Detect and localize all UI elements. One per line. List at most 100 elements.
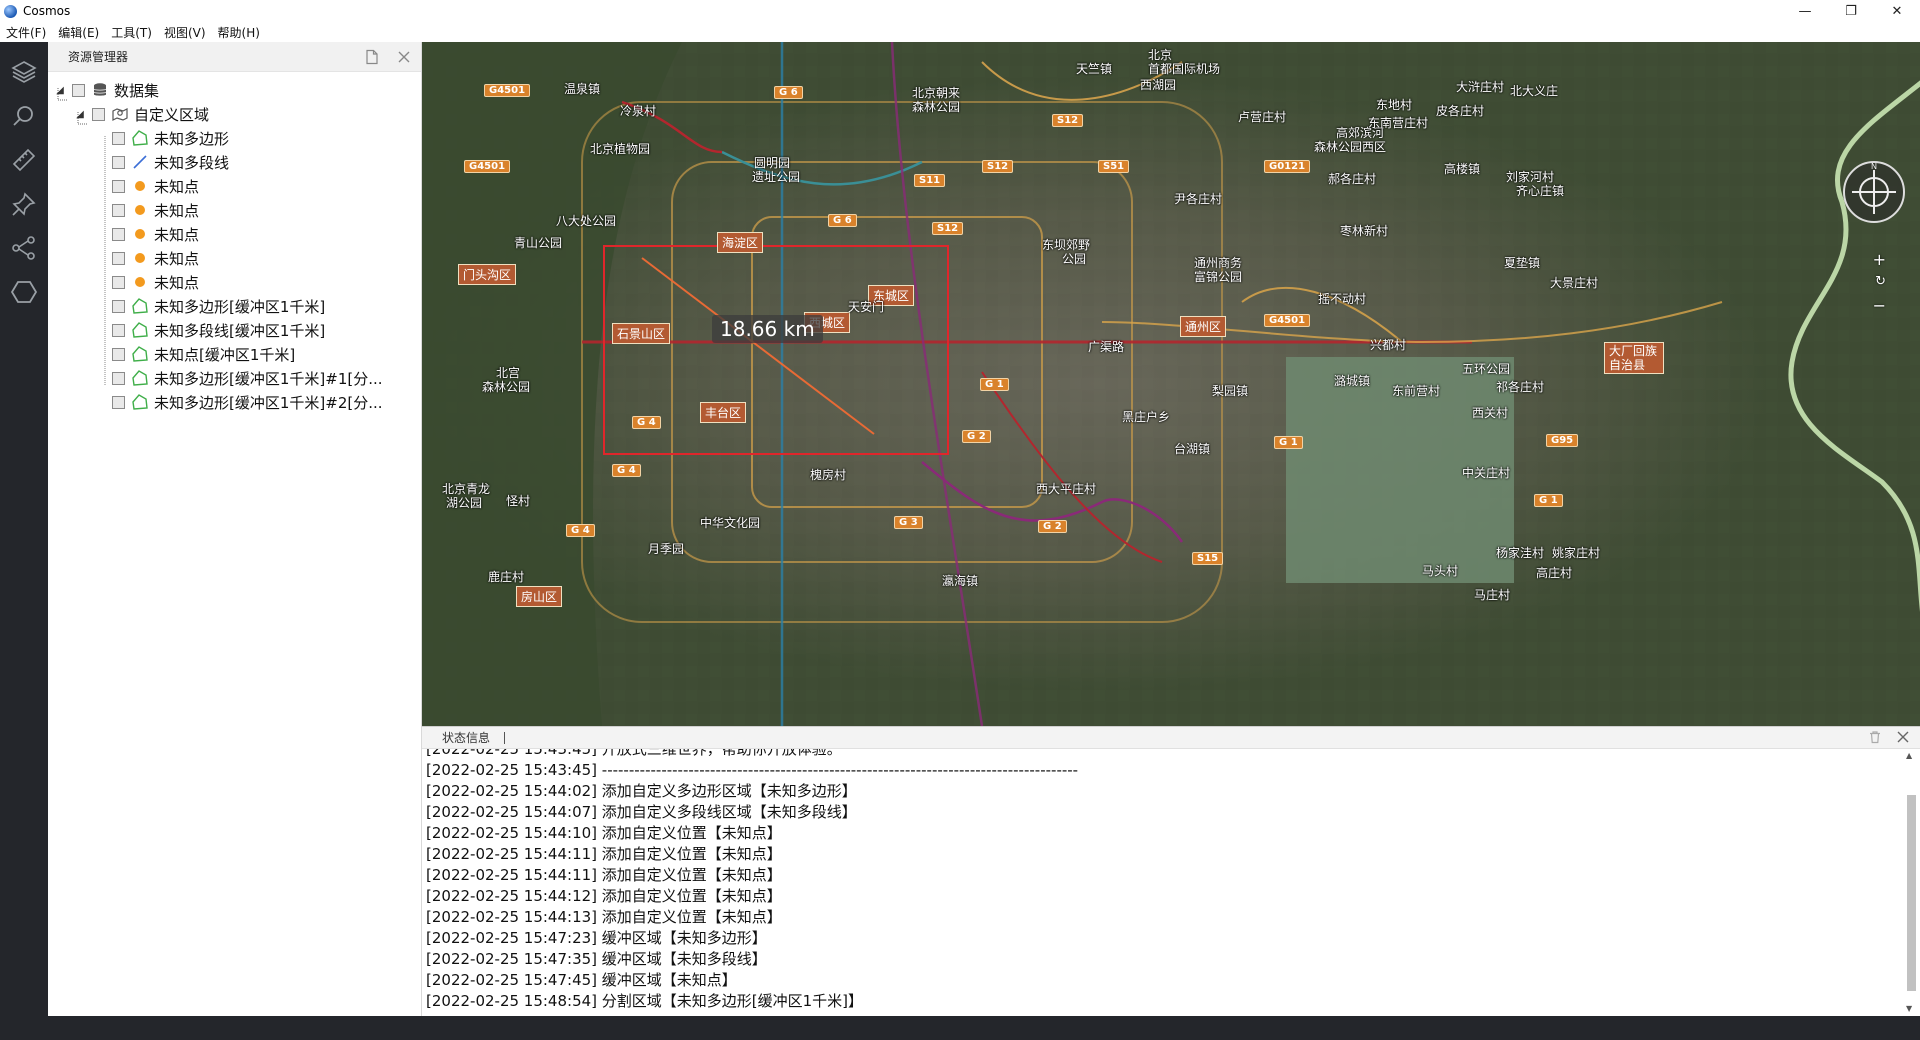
menu-edit[interactable]: 编辑(E) (58, 24, 99, 41)
scroll-thumb[interactable] (1907, 795, 1916, 991)
place-label: 天竺镇 (1076, 62, 1113, 76)
restore-button[interactable]: ❐ (1828, 0, 1874, 22)
checkbox[interactable] (112, 155, 125, 169)
tree-node-item[interactable]: 未知点 (48, 222, 421, 246)
polygon-icon (131, 321, 149, 339)
tree-node-item[interactable]: 未知点[缓冲区1千米] (48, 342, 421, 366)
tree-node-item[interactable]: 未知点 (48, 270, 421, 294)
rail-measure-button[interactable] (0, 136, 48, 184)
close-window-button[interactable]: ✕ (1874, 0, 1920, 22)
tree-node-custom-region[interactable]: ◢ 自定义区域 (48, 102, 421, 126)
checkbox[interactable] (112, 371, 125, 385)
checkbox[interactable] (112, 227, 125, 241)
tree-node-label: 数据集 (114, 81, 160, 100)
place-label: 皮各庄村 (1436, 104, 1485, 118)
tree-node-label: 未知点 (154, 249, 200, 268)
place-label: 北大义庄 (1510, 84, 1559, 98)
tree-node-item[interactable]: 未知多边形[缓冲区1千米]#1[分... (48, 366, 421, 390)
log-line: [2022-02-25 15:48:54] 分割区域【未知多边形[缓冲区1千米]… (426, 992, 864, 1010)
pin-icon (12, 192, 36, 216)
log-line: [2022-02-25 15:47:45] 缓冲区域【未知点】 (426, 971, 737, 989)
highway-shield: S12 (932, 222, 964, 235)
checkbox[interactable] (92, 107, 105, 121)
zoom-out-button[interactable]: − (1873, 296, 1886, 315)
highway-shield: G 3 (894, 516, 923, 529)
title-bar: Cosmos — ❐ ✕ (0, 0, 1920, 22)
status-title[interactable]: 状态信息 (442, 729, 490, 746)
place-label: 月季园 (648, 542, 685, 556)
tree-node-item[interactable]: 未知点 (48, 246, 421, 270)
checkbox[interactable] (112, 203, 125, 217)
checkbox[interactable] (72, 83, 85, 97)
highway-shield: G 4 (632, 416, 661, 429)
point-icon (131, 249, 149, 267)
rotate-button[interactable]: ↻ (1875, 274, 1886, 289)
log-line: [2022-02-25 15:44:10] 添加自定义位置【未知点】 (426, 824, 782, 842)
tree-node-dataset[interactable]: ◢ 数据集 (48, 78, 421, 102)
checkbox[interactable] (112, 347, 125, 361)
place-label: 祁各庄村 (1496, 380, 1545, 394)
menu-help[interactable]: 帮助(H) (218, 24, 260, 41)
tree-node-item[interactable]: 未知点 (48, 174, 421, 198)
scroll-up-icon[interactable]: ▲ (1906, 751, 1912, 760)
checkbox[interactable] (112, 131, 125, 145)
rail-layers-button[interactable] (0, 48, 48, 96)
tree-node-item[interactable]: 未知多边形[缓冲区1千米] (48, 294, 421, 318)
district-label: 通州区 (1180, 316, 1227, 337)
compass-icon[interactable]: N (1842, 160, 1906, 224)
point-icon (131, 177, 149, 195)
collapse-arrow-icon[interactable]: ◢ (74, 109, 86, 120)
tree-node-item[interactable]: 未知点 (48, 198, 421, 222)
checkbox[interactable] (112, 299, 125, 313)
zoom-in-button[interactable]: + (1873, 250, 1886, 269)
checkbox[interactable] (112, 179, 125, 193)
log-line: [2022-02-25 15:44:02] 添加自定义多边形区域【未知多边形】 (426, 782, 857, 800)
highway-shield: S11 (914, 174, 946, 187)
menu-tools[interactable]: 工具(T) (111, 24, 152, 41)
polyline-icon (131, 153, 149, 171)
place-label: 首都国际机场 (1148, 62, 1221, 76)
trash-icon[interactable] (1868, 730, 1882, 744)
menu-file[interactable]: 文件(F) (6, 24, 46, 41)
tree-node-item[interactable]: 未知多段线 (48, 150, 421, 174)
tree-node-item[interactable]: 未知多边形 (48, 126, 421, 150)
polygon-icon (131, 393, 149, 411)
rail-search-button[interactable] (0, 92, 48, 140)
place-label: 姚家庄村 (1552, 546, 1601, 560)
new-document-icon[interactable] (364, 49, 380, 65)
close-icon[interactable] (1896, 730, 1910, 744)
checkbox[interactable] (112, 395, 125, 409)
rail-share-button[interactable] (0, 224, 48, 272)
log-line: [2022-02-25 15:44:11] 添加自定义位置【未知点】 (426, 866, 782, 884)
status-header: 状态信息 (422, 727, 1920, 749)
checkbox[interactable] (112, 251, 125, 265)
checkbox[interactable] (112, 275, 125, 289)
place-label: 摇不动村 (1318, 292, 1367, 306)
place-label: 马庄村 (1474, 588, 1511, 602)
minimize-button[interactable]: — (1782, 0, 1828, 22)
log-scrollbar[interactable]: ▲ ▼ (1904, 751, 1918, 1013)
highway-shield: G 1 (1274, 436, 1303, 449)
rail-pin-button[interactable] (0, 180, 48, 228)
place-label: 黑庄户乡 (1122, 410, 1171, 424)
tree-node-item[interactable]: 未知多边形[缓冲区1千米]#2[分... (48, 390, 421, 414)
tree-node-item[interactable]: 未知多段线[缓冲区1千米] (48, 318, 421, 342)
place-label: 高楼镇 (1444, 162, 1481, 176)
measure-distance-label: 18.66 km (712, 315, 823, 343)
close-panel-icon[interactable] (396, 49, 412, 65)
place-label: 兴都村 (1370, 338, 1407, 352)
log-line: [2022-02-25 15:43:45] 开放式三维世界，帮助你开放体验。 (426, 749, 842, 758)
menu-view[interactable]: 视图(V) (164, 24, 206, 41)
place-label: 遗址公园 (752, 170, 801, 184)
scroll-down-icon[interactable]: ▼ (1906, 1004, 1912, 1013)
checkbox[interactable] (112, 323, 125, 337)
rail-region-button[interactable] (0, 268, 48, 316)
map-view[interactable]: 海淀区 东城区 西城区 石景山区 丰台区 门头沟区 通州区 房山区 大厂回族自治… (422, 42, 1920, 726)
place-label: 杨家洼村 (1496, 546, 1545, 560)
share-icon (12, 236, 35, 260)
collapse-arrow-icon[interactable]: ◢ (54, 85, 66, 96)
place-label: 大浒庄村 (1456, 80, 1505, 94)
point-icon (131, 273, 149, 291)
status-log[interactable]: [2022-02-25 15:43:45] 开放式三维世界，帮助你开放体验。 [2… (426, 749, 1896, 1015)
layers-icon (11, 61, 37, 83)
